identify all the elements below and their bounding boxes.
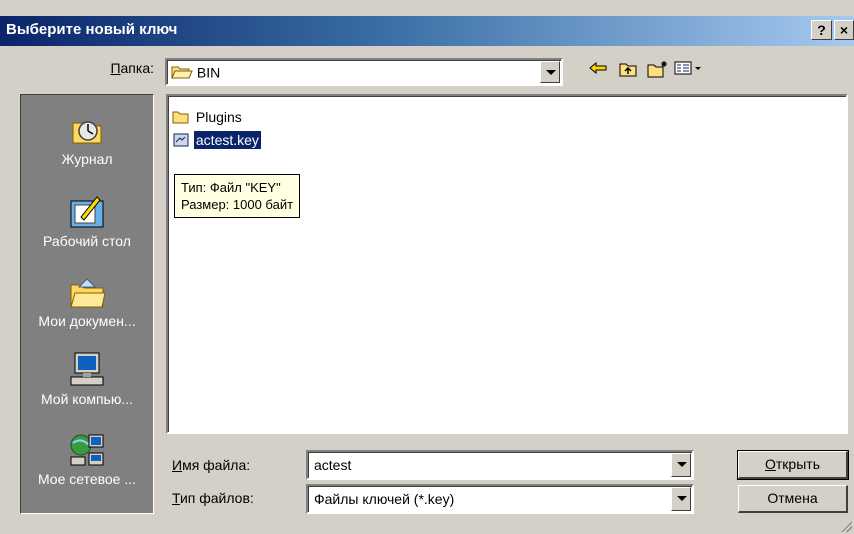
filename-input[interactable]: actest bbox=[306, 450, 694, 480]
close-button[interactable]: × bbox=[834, 20, 854, 40]
history-icon bbox=[72, 121, 102, 144]
view-menu-icon[interactable] bbox=[672, 60, 706, 82]
desktop-icon bbox=[70, 196, 104, 228]
filetype-dropdown-button[interactable] bbox=[671, 487, 691, 511]
list-item-file[interactable]: actest.key bbox=[172, 130, 262, 151]
folder-label: Папка: bbox=[110, 60, 154, 76]
folder-icon bbox=[172, 111, 189, 124]
window-title: Выберите новый ключ bbox=[6, 21, 178, 38]
folder-open-icon bbox=[171, 66, 193, 79]
my-computer-icon bbox=[70, 352, 104, 386]
title-bar[interactable]: Выберите новый ключ ? × bbox=[0, 16, 854, 46]
open-file-dialog: Выберите новый ключ ? × Папка: BIN Журна… bbox=[0, 0, 854, 534]
resize-grip[interactable] bbox=[840, 520, 852, 532]
network-places-icon bbox=[70, 434, 104, 466]
folder-combo[interactable]: BIN bbox=[165, 58, 563, 86]
place-desktop[interactable]: Рабочий стол bbox=[21, 191, 153, 249]
filename-label: Имя файла: bbox=[172, 457, 251, 473]
place-my-documents[interactable]: Мои докумен... bbox=[21, 271, 153, 329]
up-folder-icon[interactable] bbox=[616, 60, 640, 82]
folder-current: BIN bbox=[196, 64, 221, 81]
open-button[interactable]: Открыть bbox=[737, 450, 849, 480]
filetype-label: Тип файлов: bbox=[172, 490, 254, 506]
filename-dropdown-button[interactable] bbox=[671, 453, 691, 477]
folder-dropdown-button[interactable] bbox=[540, 61, 560, 83]
help-button[interactable]: ? bbox=[811, 20, 832, 40]
help-icon: ? bbox=[817, 22, 826, 38]
filetype-select[interactable]: Файлы ключей (*.key) bbox=[306, 484, 694, 514]
place-my-computer[interactable]: Мой компью... bbox=[21, 349, 153, 407]
file-tooltip: Тип: Файл "KEY" Размер: 1000 байт bbox=[174, 174, 301, 218]
places-bar: Журнал Рабочий стол Мои докумен... Мой к… bbox=[20, 94, 154, 514]
my-documents-icon bbox=[70, 278, 106, 308]
new-folder-icon[interactable] bbox=[646, 60, 670, 82]
list-item-folder[interactable]: Plugins bbox=[172, 108, 244, 128]
key-file-icon bbox=[173, 133, 189, 147]
file-list[interactable]: Plugins actest.key Тип: Файл "KEY" Разме… bbox=[166, 94, 848, 434]
cancel-button[interactable]: Отмена bbox=[738, 485, 848, 513]
place-history[interactable]: Журнал bbox=[21, 109, 153, 167]
close-icon: × bbox=[839, 22, 849, 38]
back-icon[interactable] bbox=[586, 60, 610, 82]
place-network[interactable]: Мое сетевое ... bbox=[21, 429, 153, 487]
